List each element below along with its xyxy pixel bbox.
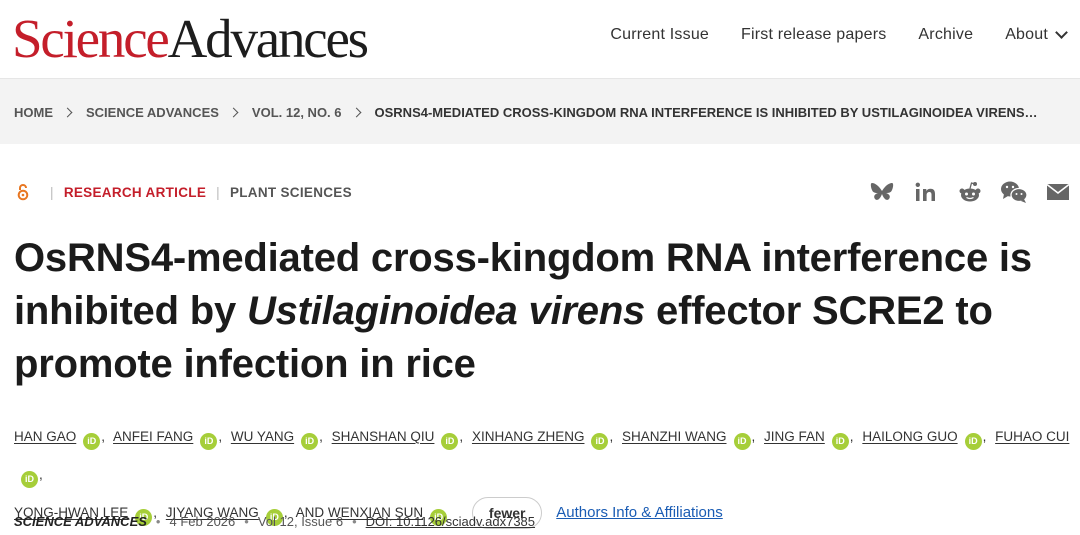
orcid-icon[interactable]: iD: [301, 432, 319, 450]
breadcrumb-current-article: OSRNS4-MEDIATED CROSS-KINGDOM RNA INTERF…: [374, 105, 1038, 120]
nav-about-label: About: [1005, 26, 1048, 43]
author-name[interactable]: FUHAO CUI: [995, 429, 1069, 444]
nav-archive[interactable]: Archive: [918, 24, 973, 46]
author-name[interactable]: JING FAN: [764, 429, 825, 444]
title-species-name: Ustilaginoidea virens: [246, 289, 646, 333]
orcid-icon[interactable]: iD: [831, 432, 849, 450]
logo-science: Science: [12, 8, 170, 69]
share-toolbar: [868, 180, 1072, 204]
orcid-icon[interactable]: iD: [441, 432, 459, 450]
logo-advances: Advances: [167, 8, 369, 69]
breadcrumb-journal[interactable]: SCIENCE ADVANCES: [86, 105, 219, 120]
separator-dot: •: [155, 514, 161, 529]
doi-link[interactable]: DOI: 10.1126/sciadv.adx7385: [366, 514, 535, 529]
chevron-right-icon: [62, 107, 73, 118]
authors-info-affiliations-link[interactable]: Authors Info & Affiliations: [556, 504, 723, 521]
orcid-icon[interactable]: iD: [83, 432, 101, 450]
orcid-icon[interactable]: iD: [964, 432, 982, 450]
email-icon[interactable]: [1044, 180, 1072, 204]
author-name[interactable]: SHANZHI WANG: [622, 429, 727, 444]
article-meta: | RESEARCH ARTICLE | PLANT SCIENCES: [16, 183, 352, 201]
chevron-down-icon: [1055, 26, 1068, 39]
author-name[interactable]: SHANSHAN QIU: [332, 429, 435, 444]
author-name[interactable]: HAN GAO: [14, 429, 76, 444]
orcid-icon[interactable]: iD: [21, 470, 38, 488]
nav-first-release-papers[interactable]: First release papers: [741, 24, 886, 46]
main-nav: Current Issue First release papers Archi…: [610, 24, 1068, 46]
chevron-right-icon: [228, 107, 239, 118]
publication-info: SCIENCE ADVANCES • 4 Feb 2026 • Vol 12, …: [14, 514, 535, 529]
article-subject[interactable]: PLANT SCIENCES: [230, 185, 352, 200]
publication-date: 4 Feb 2026: [169, 514, 236, 529]
nav-current-issue[interactable]: Current Issue: [610, 24, 709, 46]
breadcrumb-band: HOME SCIENCE ADVANCES VOL. 12, NO. 6 OSR…: [0, 78, 1080, 144]
site-header: ScienceAdvances Current Issue First rele…: [0, 0, 1080, 78]
wechat-icon[interactable]: [1000, 180, 1028, 204]
meta-divider: |: [216, 184, 220, 200]
orcid-icon[interactable]: iD: [200, 432, 218, 450]
meta-divider: |: [50, 184, 54, 200]
volume-issue: Vol 12, Issue 6: [257, 514, 344, 529]
chevron-right-icon: [351, 107, 361, 118]
reddit-icon[interactable]: [956, 180, 984, 204]
separator-dot: •: [244, 514, 249, 529]
nav-about[interactable]: About: [1005, 24, 1068, 46]
open-access-icon: [17, 184, 29, 201]
orcid-icon[interactable]: iD: [591, 432, 609, 450]
breadcrumb: HOME SCIENCE ADVANCES VOL. 12, NO. 6 OSR…: [14, 105, 1038, 120]
bluesky-icon[interactable]: [868, 180, 896, 204]
orcid-icon[interactable]: iD: [733, 432, 751, 450]
journal-name[interactable]: SCIENCE ADVANCES: [14, 514, 147, 529]
linkedin-icon[interactable]: [912, 180, 940, 204]
breadcrumb-home[interactable]: HOME: [14, 105, 53, 120]
author-name[interactable]: HAILONG GUO: [862, 429, 957, 444]
article-type[interactable]: RESEARCH ARTICLE: [64, 185, 206, 200]
article-title: OsRNS4-mediated cross-kingdom RNA interf…: [14, 232, 1074, 391]
separator-dot: •: [352, 514, 357, 529]
author-name[interactable]: WU YANG: [231, 429, 294, 444]
author-name[interactable]: ANFEI FANG: [113, 429, 193, 444]
science-advances-logo[interactable]: ScienceAdvances: [12, 6, 369, 72]
breadcrumb-issue[interactable]: VOL. 12, NO. 6: [252, 105, 342, 120]
author-name[interactable]: XINHANG ZHENG: [472, 429, 585, 444]
